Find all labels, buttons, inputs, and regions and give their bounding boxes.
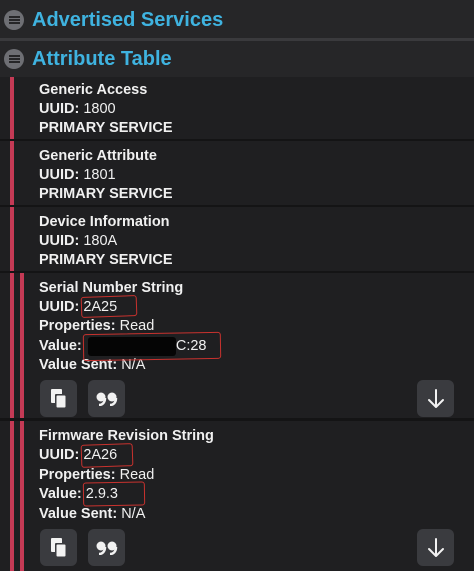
annotation-mark [82, 331, 222, 362]
copy-icon [50, 537, 66, 557]
characteristic-name: Serial Number String [39, 280, 184, 296]
annotation-mark [80, 443, 134, 468]
service-uuid: UUID: 1800 [39, 101, 116, 117]
read-button[interactable] [417, 529, 454, 566]
service-row[interactable]: Device Information UUID: 180A PRIMARY SE… [0, 207, 474, 271]
characteristic-properties: Properties: Read [39, 318, 155, 334]
hierarchy-bar [20, 273, 24, 418]
service-name: Device Information [39, 214, 170, 230]
arrow-down-icon [427, 388, 444, 408]
hierarchy-bar [10, 77, 14, 139]
quote-icon [96, 392, 117, 406]
list-icon [4, 10, 24, 30]
arrow-down-icon [427, 537, 444, 557]
characteristic-row[interactable]: Serial Number String UUID: 2A25 Properti… [0, 273, 474, 418]
characteristic-value-sent: Value Sent: N/A [39, 506, 146, 522]
hierarchy-bar [10, 421, 14, 571]
characteristic-name: Firmware Revision String [39, 428, 214, 444]
list-icon [4, 49, 24, 69]
quote-button[interactable] [88, 529, 125, 566]
service-uuid: UUID: 180A [39, 233, 118, 249]
service-uuid: UUID: 1801 [39, 167, 116, 183]
read-button[interactable] [417, 380, 454, 417]
service-row[interactable]: Generic Access UUID: 1800 PRIMARY SERVIC… [0, 77, 474, 139]
service-type: PRIMARY SERVICE [39, 252, 173, 268]
hierarchy-bar [10, 273, 14, 418]
copy-button[interactable] [40, 529, 77, 566]
section-title-advertised: Advertised Services [32, 8, 224, 31]
quote-icon [96, 541, 117, 555]
quote-button[interactable] [88, 380, 125, 417]
annotation-mark [82, 481, 146, 507]
service-type: PRIMARY SERVICE [39, 120, 173, 136]
section-title-attribute-table: Attribute Table [32, 47, 172, 70]
service-type: PRIMARY SERVICE [39, 186, 173, 202]
service-row[interactable]: Generic Attribute UUID: 1801 PRIMARY SER… [0, 141, 474, 205]
hierarchy-bar [20, 421, 24, 571]
advertised-services-header[interactable]: Advertised Services [0, 0, 474, 40]
hierarchy-bar [10, 141, 14, 205]
attribute-table-header[interactable]: Attribute Table [0, 41, 474, 77]
service-name: Generic Attribute [39, 148, 157, 164]
copy-icon [50, 388, 66, 408]
annotation-mark [80, 295, 138, 318]
service-name: Generic Access [39, 82, 148, 98]
copy-button[interactable] [40, 380, 77, 417]
hierarchy-bar [10, 207, 14, 271]
characteristic-row[interactable]: Firmware Revision String UUID: 2A26 Prop… [0, 421, 474, 571]
